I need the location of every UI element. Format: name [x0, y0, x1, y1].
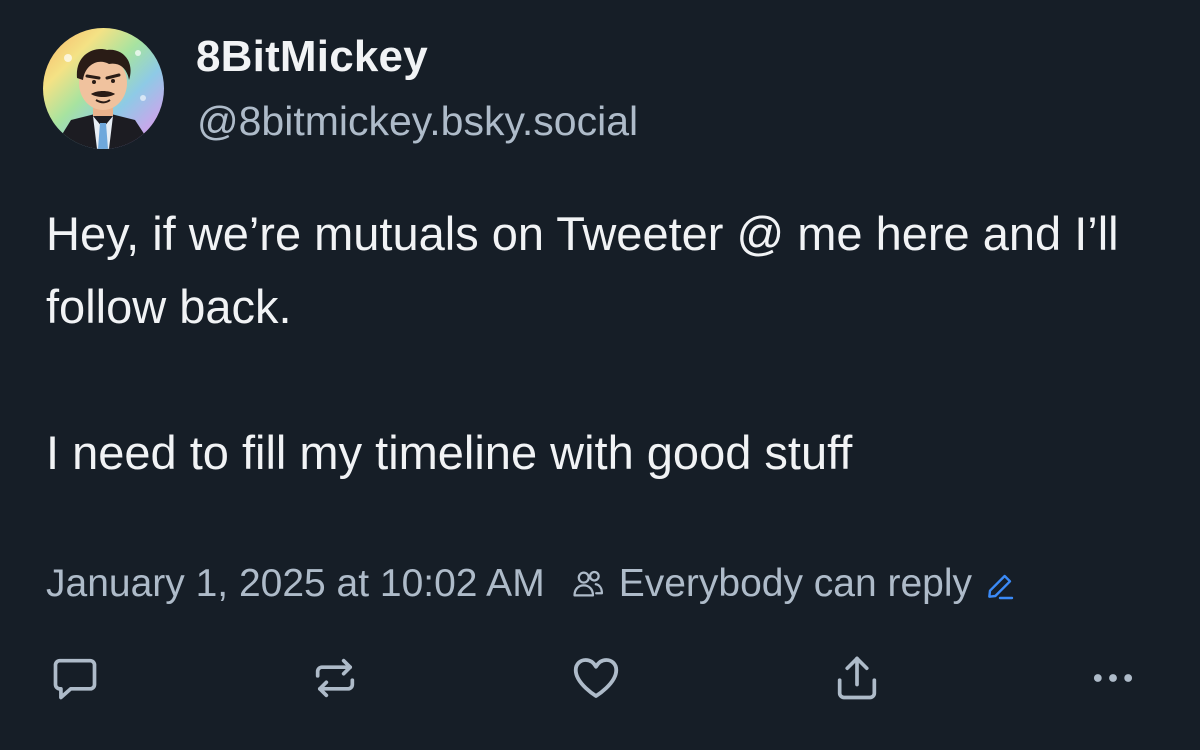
share-button[interactable]: [827, 648, 887, 708]
repost-button[interactable]: [305, 648, 365, 708]
repost-icon: [315, 658, 355, 698]
author-handle[interactable]: @8bitmickey.bsky.social: [197, 98, 638, 145]
reply-setting[interactable]: Everybody can reply: [619, 562, 972, 606]
ellipsis-icon: [1093, 674, 1133, 682]
like-button[interactable]: [566, 648, 626, 708]
author-avatar[interactable]: [43, 28, 164, 149]
comment-icon: [53, 658, 97, 700]
share-icon: [837, 656, 877, 700]
post: 8BitMickey @8bitmickey.bsky.social Hey, …: [0, 0, 1200, 750]
edit-pencil-icon[interactable]: [984, 568, 1016, 600]
post-timestamp: January 1, 2025 at 10:02 AM: [46, 562, 545, 605]
author-display-name[interactable]: 8BitMickey: [196, 32, 428, 82]
post-action-bar: [0, 648, 1200, 708]
post-text-paragraph: I need to fill my timeline with good stu…: [46, 426, 853, 479]
people-icon: [571, 567, 605, 601]
post-text-paragraph: Hey, if we’re mutuals on Tweeter @ me he…: [46, 207, 1119, 333]
reply-button[interactable]: [45, 648, 105, 708]
post-text: Hey, if we’re mutuals on Tweeter @ me he…: [46, 197, 1166, 489]
post-meta: January 1, 2025 at 10:02 AM Everybody ca…: [46, 556, 1016, 612]
heart-icon: [573, 658, 619, 698]
more-options-button[interactable]: [1083, 648, 1143, 708]
